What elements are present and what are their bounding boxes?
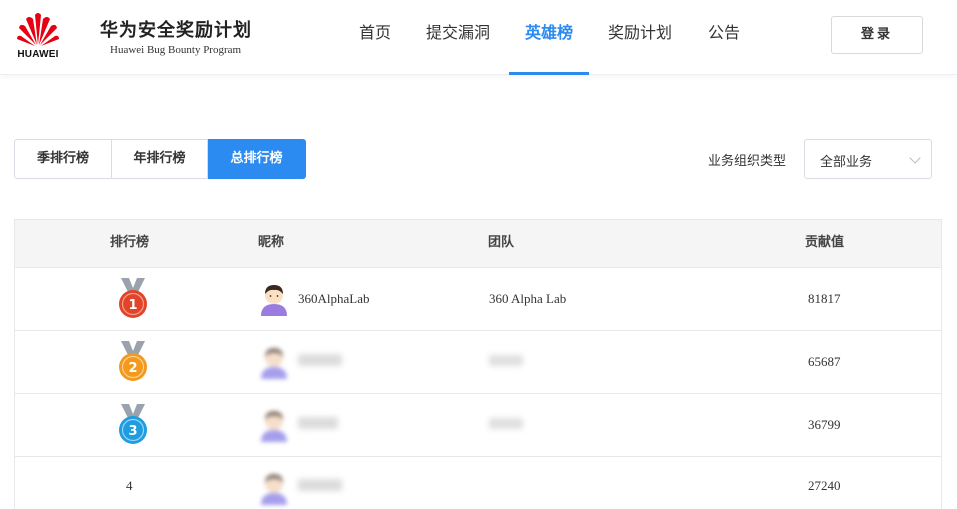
avatar [261,348,287,379]
nickname-obscured[interactable] [298,479,342,491]
nav-rewards[interactable]: 奖励计划 [607,0,673,75]
brand-title: 华为安全奖励计划 [100,20,252,41]
nickname-obscured[interactable] [298,417,338,429]
team-obscured [489,418,523,429]
table-row[interactable]: 3 36799 [15,394,941,457]
business-type-label: 业务组织类型 [708,154,787,169]
column-team: 团队 [488,235,515,250]
brand-subtitle: Huawei Bug Bounty Program [110,44,242,56]
column-rank: 排行榜 [110,235,150,250]
nickname-obscured[interactable] [298,354,342,366]
table-row[interactable]: 2 65687 [15,331,941,394]
column-nickname: 昵称 [258,235,285,250]
avatar [261,411,287,442]
medal-third-icon: 3 [119,404,147,444]
top-header: HUAWEI 华为安全奖励计划 Huawei Bug Bounty Progra… [0,0,957,75]
contribution-value: 36799 [808,417,841,432]
column-contribution: 贡献值 [805,235,845,250]
nav-home[interactable]: 首页 [358,0,392,75]
svg-text:1: 1 [128,298,137,313]
nav-submit-bug[interactable]: 提交漏洞 [425,0,491,75]
medal-second-icon: 2 [119,341,147,381]
contribution-value: 65687 [808,354,841,369]
team-obscured [489,355,523,366]
svg-text:2: 2 [128,361,137,376]
nickname[interactable]: 360AlphaLab [298,291,369,307]
medal-first-icon: 1 [119,278,147,318]
tab-season[interactable]: 季排行榜 [14,139,112,179]
rank-number: 4 [126,478,133,493]
nav-hall-of-fame[interactable]: 英雄榜 [509,0,589,75]
team-name: 360 Alpha Lab [489,291,567,306]
login-button[interactable]: 登录 [831,16,923,54]
business-type-select[interactable]: 全部业务 [804,139,932,179]
table-row[interactable]: 4 27240 [15,457,941,509]
logo-text: HUAWEI [17,49,59,60]
huawei-logo[interactable]: HUAWEI [14,11,62,63]
table-header: 排行榜 昵称 团队 贡献值 [15,220,941,268]
contribution-value: 81817 [808,291,841,306]
svg-text:3: 3 [128,424,137,439]
tab-year[interactable]: 年排行榜 [112,139,208,179]
avatar [261,285,287,316]
huawei-flower-icon [17,13,59,46]
avatar [261,474,287,505]
select-value: 全部业务 [820,155,873,170]
leaderboard-tabs: 季排行榜 年排行榜 总排行榜 [14,139,306,179]
chevron-down-icon [909,152,921,164]
nav-announcements[interactable]: 公告 [707,0,741,75]
tab-overall[interactable]: 总排行榜 [208,139,306,179]
leaderboard-table: 排行榜 昵称 团队 贡献值 1 360AlphaLab 360 Alpha La… [14,219,942,509]
contribution-value: 27240 [808,478,841,493]
table-row[interactable]: 1 360AlphaLab 360 Alpha Lab 81817 [15,268,941,331]
